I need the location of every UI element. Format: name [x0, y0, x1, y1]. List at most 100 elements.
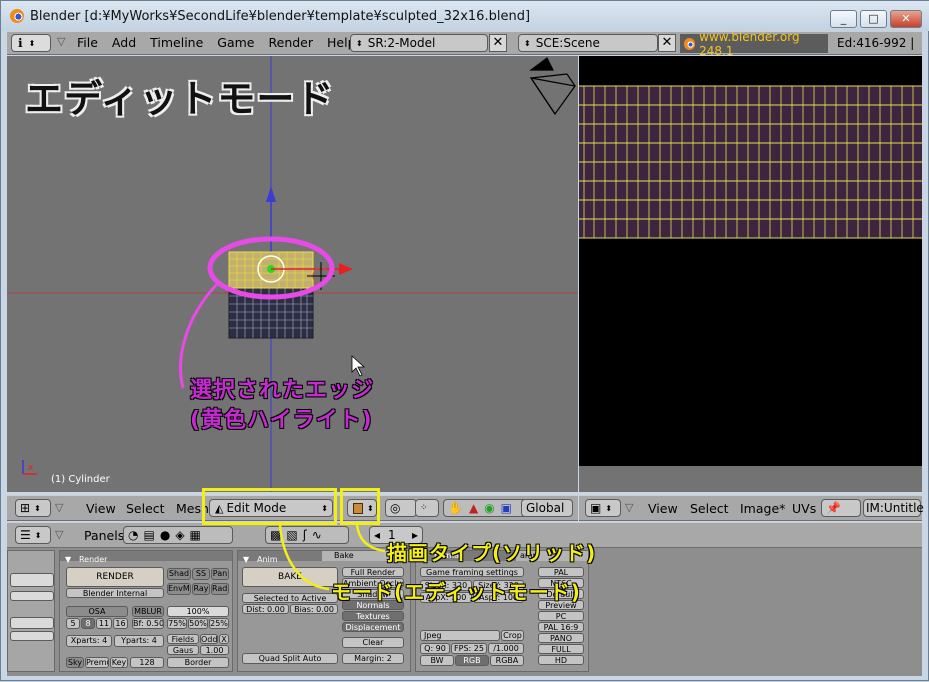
key-toggle[interactable]: Key: [110, 657, 128, 668]
mblur-toggle[interactable]: MBLUR: [132, 606, 164, 617]
collapse-triangle-icon[interactable]: ▽: [55, 501, 63, 514]
clear-toggle[interactable]: Clear: [342, 637, 404, 648]
menu-view[interactable]: View: [648, 501, 678, 516]
3d-viewport[interactable]: x エディットモード (1) Cylinder 選択されたエッジ (黄色ハイライ…: [7, 56, 578, 492]
xparts-field[interactable]: Xparts: 4: [66, 635, 112, 647]
percent-50[interactable]: 50%: [188, 618, 208, 629]
crop-toggle[interactable]: Crop: [501, 630, 524, 641]
fps-field[interactable]: FPS: 25: [451, 643, 487, 654]
file-format-selector[interactable]: Jpeg: [420, 630, 500, 641]
anim-icon[interactable]: ▧: [286, 528, 297, 542]
quad-split-selector[interactable]: Quad Split Auto: [242, 653, 338, 664]
selected-to-active-toggle[interactable]: Selected to Active: [242, 593, 338, 603]
ray-toggle[interactable]: Ray: [192, 583, 210, 595]
sky-toggle[interactable]: Sky: [66, 657, 84, 668]
filter-type[interactable]: Gaus: [167, 645, 199, 655]
x-toggle[interactable]: X: [219, 634, 229, 644]
rotate-icon[interactable]: ◉: [484, 501, 494, 515]
preset-full[interactable]: FULL: [538, 644, 584, 654]
panel-collapse-icon[interactable]: ▼: [243, 555, 249, 564]
margin-field[interactable]: Margin: 2: [342, 653, 404, 664]
bias-field[interactable]: Bias: 0.00: [290, 604, 338, 614]
yparts-field[interactable]: Yparts: 4: [114, 635, 164, 647]
render-icon[interactable]: ▩: [270, 528, 281, 542]
scale-icon[interactable]: ▣: [501, 501, 512, 515]
fields-toggle[interactable]: Fields: [167, 634, 199, 644]
textures-option[interactable]: Textures: [342, 611, 404, 621]
bake-button[interactable]: BAKE: [242, 567, 338, 587]
sss-toggle[interactable]: SS: [192, 568, 210, 580]
editor-type-button[interactable]: ℹ ⬍: [11, 34, 51, 52]
menu-uvs[interactable]: UVs: [792, 501, 816, 516]
screen-selector[interactable]: ⬍ SR:2-Model: [350, 34, 488, 52]
osa-11[interactable]: 11: [96, 618, 112, 629]
stub-slider-1[interactable]: [10, 573, 54, 587]
scene-selector[interactable]: ⬍ SCE:Scene: [518, 34, 658, 52]
envmap-toggle[interactable]: EnvMap: [167, 583, 191, 595]
menu-add[interactable]: Add: [112, 35, 136, 50]
border-toggle[interactable]: Border: [167, 657, 229, 668]
radio-toggle[interactable]: Radio: [211, 583, 229, 595]
editor-type-image-button[interactable]: ▣ ⬍: [585, 499, 621, 517]
osa-8[interactable]: 8: [81, 618, 95, 629]
percent-75[interactable]: 75%: [167, 618, 187, 629]
menu-image[interactable]: Image*: [740, 501, 785, 516]
close-button[interactable]: ✕: [890, 10, 922, 28]
pivot-selector[interactable]: ◎: [385, 499, 417, 517]
preset-pal-16-9[interactable]: PAL 16:9: [538, 622, 584, 632]
panel-collapse-icon[interactable]: ▼: [65, 555, 71, 564]
shadow-toggle[interactable]: Shad: [167, 568, 191, 580]
pin-toggle[interactable]: 📌: [821, 499, 861, 517]
menu-file[interactable]: File: [77, 35, 98, 50]
size-128-selector[interactable]: 128: [130, 657, 164, 668]
quality-field[interactable]: Q: 90: [420, 643, 450, 654]
editor-type-3d-button[interactable]: ⊞ ⬍: [15, 499, 51, 517]
bw-toggle[interactable]: BW: [420, 655, 454, 666]
stub-slider-4[interactable]: [10, 631, 54, 641]
orientation-selector[interactable]: Global: [521, 499, 573, 517]
menu-timeline[interactable]: Timeline: [150, 35, 203, 50]
osa-toggle[interactable]: OSA: [66, 606, 128, 617]
collapse-triangle-icon[interactable]: ▽: [57, 35, 65, 48]
odd-toggle[interactable]: Odd: [200, 634, 218, 644]
resolution-percent[interactable]: 100%: [167, 606, 229, 617]
menu-view[interactable]: View: [86, 501, 116, 516]
sound-icon[interactable]: ʃ: [303, 528, 307, 542]
filter-size[interactable]: 1.00: [200, 645, 229, 655]
translate-icon[interactable]: ▲: [469, 501, 478, 515]
menu-select[interactable]: Select: [126, 501, 165, 516]
menu-game[interactable]: Game: [217, 35, 254, 50]
percent-25[interactable]: 25%: [209, 618, 229, 629]
render-engine-selector[interactable]: Blender Internal: [66, 588, 164, 598]
fps-base-field[interactable]: /1.000: [488, 643, 524, 654]
screen-delete-button[interactable]: ✕: [489, 34, 507, 52]
frame-left-arrow-icon[interactable]: ◂: [374, 528, 380, 542]
uv-image-editor[interactable]: [579, 56, 922, 466]
minimize-button[interactable]: _: [830, 10, 857, 28]
rgb-toggle[interactable]: RGB: [455, 655, 489, 666]
object-icon[interactable]: ◈: [175, 528, 184, 542]
preset-pc[interactable]: PC: [538, 611, 584, 621]
premul-toggle[interactable]: Premu: [85, 657, 109, 668]
image-browse[interactable]: IM:Untitle: [863, 499, 924, 517]
blur-factor[interactable]: Bf: 0.50: [132, 618, 164, 629]
scene-delete-button[interactable]: ✕: [658, 34, 676, 52]
script-icon[interactable]: ▤: [143, 528, 154, 542]
stub-slider-2[interactable]: [10, 591, 54, 601]
hand-icon[interactable]: ✋: [448, 501, 463, 515]
menu-select[interactable]: Select: [690, 501, 729, 516]
collapse-triangle-icon[interactable]: ▽: [55, 528, 63, 541]
osa-5[interactable]: 5: [66, 618, 80, 629]
displacement-option[interactable]: Displacement: [342, 622, 404, 632]
anim-tab[interactable]: ▼ Anim: [238, 551, 322, 564]
menu-render[interactable]: Render: [269, 35, 314, 50]
wave-icon[interactable]: ∿: [312, 528, 322, 542]
osa-16[interactable]: 16: [113, 618, 128, 629]
editing-icon[interactable]: ▦: [190, 528, 201, 542]
snap-toggle[interactable]: ⁘: [415, 499, 439, 517]
preset-pano[interactable]: PANO: [538, 633, 584, 643]
logic-icon[interactable]: ◔: [128, 528, 138, 542]
stub-slider-3[interactable]: [10, 617, 54, 629]
render-button[interactable]: RENDER: [66, 567, 164, 587]
rgba-toggle[interactable]: RGBA: [490, 655, 524, 666]
